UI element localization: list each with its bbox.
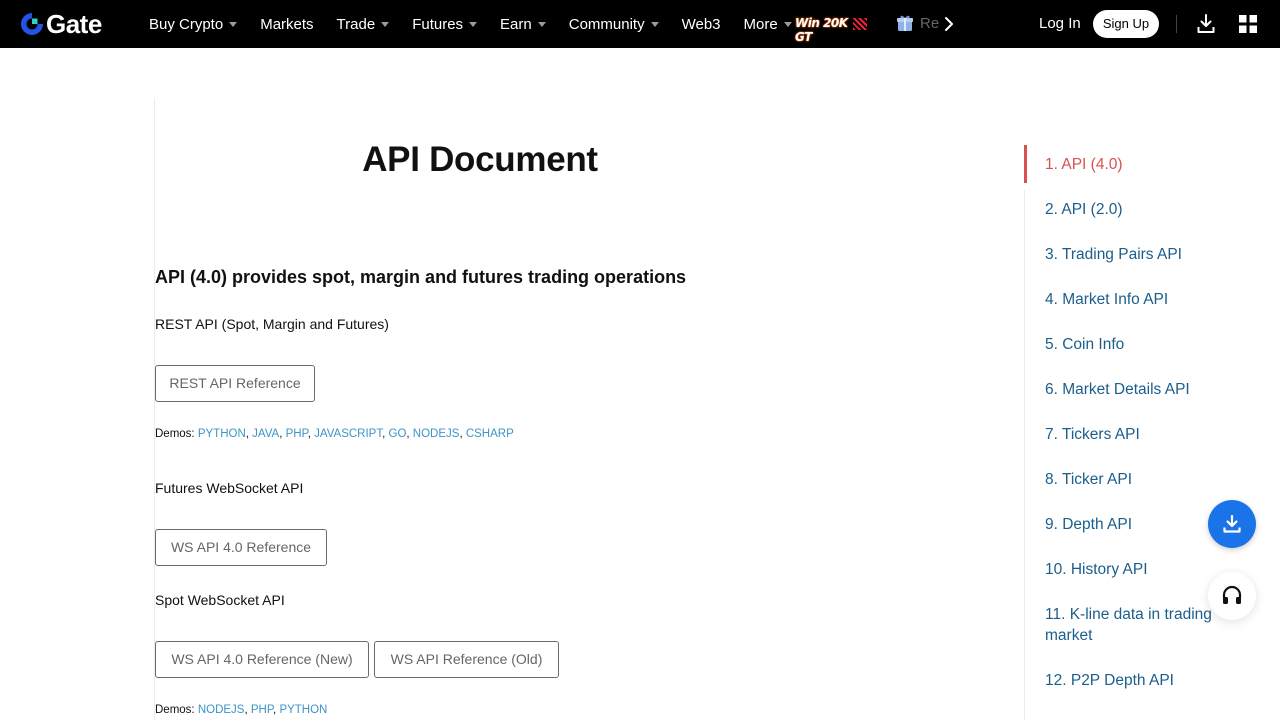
signup-button[interactable]: Sign Up [1093,10,1159,38]
toc-item-ticker[interactable]: 8. Ticker API [1045,469,1230,490]
demo-link-nodejs[interactable]: NODEJS [198,704,245,716]
nav-label: Trade [336,15,376,33]
demos-label: Demos: [155,428,195,440]
demo-link-python[interactable]: PYTHON [279,704,327,716]
promo-banner[interactable]: Win 20K GT [795,14,867,44]
caret-down-icon [650,22,659,27]
caret-down-icon [469,22,478,27]
chevron-right-icon[interactable] [942,14,956,34]
toc-item-api-4[interactable]: 1. API (4.0) [1045,154,1230,175]
page-title-text: API Document [362,140,598,179]
toc-item-trading-pairs[interactable]: 3. Trading Pairs API [1045,244,1230,265]
toc-item-tickers[interactable]: 7. Tickers API [1045,424,1230,445]
rest-demos: Demos: PYTHON, JAVA, PHP, JAVASCRIPT, GO… [155,428,514,440]
top-navbar: Gate Buy Crypto Markets Trade Futures Ea… [0,0,1280,48]
toc-item-depth[interactable]: 9. Depth API [1045,514,1230,535]
intro-heading: API (4.0) provides spot, margin and futu… [155,267,687,287]
nav-web3[interactable]: Web3 [682,0,721,48]
download-icon[interactable] [1197,14,1215,34]
gate-logo-icon [21,12,44,35]
spot-ws-heading: Spot WebSocket API [155,592,285,608]
demo-link-csharp[interactable]: CSHARP [466,428,514,440]
rest-api-heading: REST API (Spot, Margin and Futures) [155,316,389,332]
nav-label: Earn [500,15,532,33]
floating-download-button[interactable] [1208,500,1256,548]
demo-link-php[interactable]: PHP [286,428,308,440]
login-link[interactable]: Log In [1039,14,1081,34]
headset-icon [1222,585,1242,604]
nav-label: Buy Crypto [149,15,224,33]
caret-down-icon [381,22,390,27]
promo-flag-icon [853,18,867,30]
spot-ws-old-reference-button[interactable]: WS API Reference (Old) [374,641,559,678]
spot-ws-new-reference-button[interactable]: WS API 4.0 Reference (New) [155,641,369,678]
demo-link-php[interactable]: PHP [251,704,273,716]
nav-label: More [743,15,778,33]
nav-label: Markets [260,15,314,33]
nav-community[interactable]: Community [569,0,659,48]
toc-item-api-2[interactable]: 2. API (2.0) [1045,199,1230,220]
gift-box-icon [897,15,913,31]
demo-link-javascript[interactable]: JAVASCRIPT [314,428,382,440]
rest-api-reference-button[interactable]: REST API Reference [155,365,315,402]
toc-item-p2p-depth[interactable]: 12. P2P Depth API [1045,670,1230,691]
page-title: API Document [155,140,1125,180]
toc-item-market-info[interactable]: 4. Market Info API [1045,289,1230,310]
nav-buy-crypto[interactable]: Buy Crypto [149,0,238,48]
nav-earn[interactable]: Earn [500,0,546,48]
nav-rewards[interactable]: Re [896,14,939,32]
demo-link-python[interactable]: PYTHON [198,428,246,440]
apps-grid-icon[interactable] [1239,15,1257,33]
toc-item-history[interactable]: 10. History API [1045,559,1230,580]
demos-label: Demos: [155,704,195,716]
caret-down-icon [537,22,546,27]
floating-support-button[interactable] [1208,572,1256,620]
nav-label: Community [568,15,645,33]
futures-ws-heading: Futures WebSocket API [155,480,304,496]
divider [1176,15,1177,33]
toc-rail [1024,190,1025,720]
nav-label: Futures [412,15,464,33]
brand-name: Gate [46,9,102,39]
toc-item-coin-info[interactable]: 5. Coin Info [1045,334,1230,355]
nav-label: Web3 [681,15,721,33]
futures-ws-reference-button[interactable]: WS API 4.0 Reference [155,529,327,566]
nav-futures[interactable]: Futures [412,0,478,48]
demo-link-nodejs[interactable]: NODEJS [413,428,460,440]
rewards-label: Re [920,14,940,32]
nav-markets[interactable]: Markets [260,0,313,48]
toc-active-indicator [1024,145,1027,183]
demo-link-java[interactable]: JAVA [252,428,279,440]
demo-link-go[interactable]: GO [389,428,407,440]
spot-ws-demos: Demos: NODEJS, PHP, PYTHON [155,704,328,716]
nav-more[interactable]: More [744,0,792,48]
toc-item-market-details[interactable]: 6. Market Details API [1045,379,1230,400]
main-nav: Buy Crypto Markets Trade Futures Earn Co… [149,0,815,48]
toc-item-kline[interactable]: 11. K-line data in trading market [1045,604,1230,646]
gate-logo[interactable]: Gate [20,10,102,38]
nav-trade[interactable]: Trade [337,0,390,48]
caret-down-icon [229,22,238,27]
caret-down-icon [783,22,792,27]
download-icon [1223,514,1241,533]
content-left-border [154,98,155,720]
